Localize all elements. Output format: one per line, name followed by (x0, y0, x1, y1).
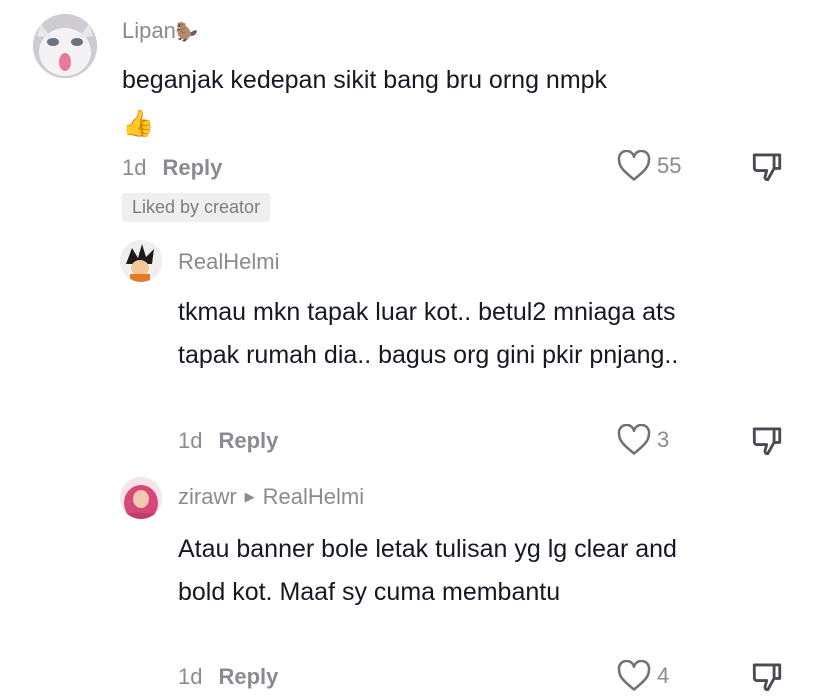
comment-lipan: Lipan🦫 beganjak kedepan sikit bang bru o… (0, 0, 820, 230)
beaver-emoji: 🦫 (175, 22, 199, 42)
hijab-avatar-image (120, 477, 162, 519)
triangle-right-icon: ▶ (244, 489, 255, 504)
username-text: zirawr (178, 484, 237, 509)
avatar[interactable] (33, 14, 97, 78)
comment-realhelmi: RealHelmi tkmau mkn tapak luar kot.. bet… (0, 230, 820, 465)
thumbs-down-icon (752, 663, 782, 692)
timestamp: 1d (178, 664, 203, 689)
thumbs-down-icon (752, 427, 782, 456)
heart-outline-icon (617, 660, 651, 691)
reply-button[interactable]: Reply (218, 428, 278, 453)
avatar[interactable] (120, 477, 162, 519)
anime-avatar-image (120, 240, 162, 282)
username[interactable]: zirawr ▶ RealHelmi (178, 484, 364, 510)
thumbs-down-icon (752, 153, 782, 182)
like-button[interactable]: 55 (617, 150, 681, 182)
username[interactable]: RealHelmi (178, 249, 279, 275)
reply-button[interactable]: Reply (218, 664, 278, 689)
timestamp: 1d (122, 155, 147, 180)
like-button[interactable]: 3 (617, 424, 669, 456)
heart-outline-icon (617, 150, 651, 181)
like-count: 4 (657, 663, 670, 688)
username[interactable]: Lipan🦫 (122, 18, 198, 44)
reply-to-username[interactable]: RealHelmi (263, 484, 364, 509)
timestamp: 1d (178, 428, 203, 453)
comment-meta: 1d Reply (122, 155, 222, 181)
heart-outline-icon (617, 424, 651, 455)
thumbs-up-emoji: 👍 (122, 108, 155, 138)
avatar[interactable] (120, 240, 162, 282)
like-count: 3 (657, 427, 670, 452)
comment-meta: 1d Reply (178, 664, 278, 690)
dislike-button[interactable] (750, 150, 784, 189)
comment-zirawr: zirawr ▶ RealHelmi Atau banner bole letak … (0, 465, 820, 700)
like-button[interactable]: 4 (617, 660, 669, 692)
comment-text: tkmau mkn tapak luar kot.. betul2 mniaga… (178, 298, 679, 369)
username-text: Lipan (122, 18, 176, 43)
like-count: 55 (657, 153, 682, 178)
cat-avatar-image (33, 14, 97, 78)
comment-text: beganjak kedepan sikit bang bru orng nmp… (122, 66, 608, 94)
comment-meta: 1d Reply (178, 428, 278, 454)
liked-by-creator-badge: Liked by creator (122, 193, 271, 222)
reply-button[interactable]: Reply (162, 155, 222, 180)
dislike-button[interactable] (750, 660, 784, 699)
comment-text: Atau banner bole letak tulisan yg lg cle… (178, 535, 677, 606)
dislike-button[interactable] (750, 424, 784, 463)
